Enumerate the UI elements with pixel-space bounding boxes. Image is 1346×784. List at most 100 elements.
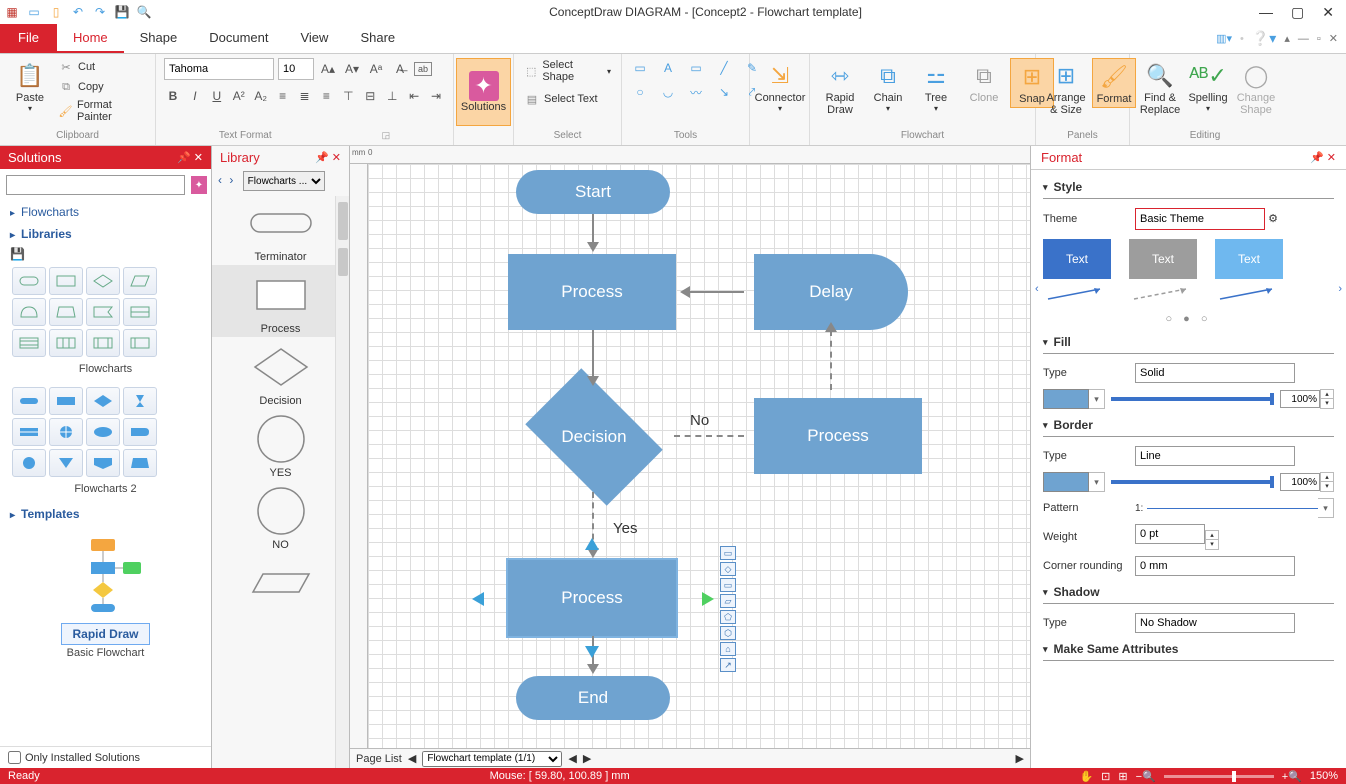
border-opacity-spinner[interactable]: ▴▾	[1320, 472, 1334, 492]
view-tab[interactable]: View	[284, 24, 344, 53]
corner-rounding-select[interactable]	[1135, 556, 1295, 576]
clear-format-icon[interactable]: A̶	[390, 59, 410, 79]
basic-flowchart-caption[interactable]: Basic Flowchart	[0, 645, 211, 667]
shape-thumb[interactable]	[49, 387, 83, 415]
style-tile-3[interactable]: Text	[1215, 239, 1283, 303]
shape-thumb[interactable]	[123, 298, 157, 326]
lib-item-data[interactable]	[212, 553, 349, 613]
node-process-2[interactable]: Process	[754, 398, 922, 474]
solutions-filter-icon[interactable]: ✦	[191, 176, 207, 194]
pattern-caret[interactable]: ▾	[1318, 498, 1334, 518]
shape-thumb[interactable]	[49, 298, 83, 326]
share-tab[interactable]: Share	[344, 24, 411, 53]
shape-tab[interactable]: Shape	[124, 24, 194, 53]
redo-icon[interactable]: ↷	[92, 4, 108, 20]
shape-thumb[interactable]	[123, 418, 157, 446]
lib-item-process[interactable]: Process	[212, 265, 349, 337]
sidebar-toggle-icon[interactable]: ▥▾	[1216, 32, 1232, 45]
theme-gear-icon[interactable]: ⚙	[1268, 213, 1278, 225]
save-library-icon[interactable]: 💾	[10, 247, 25, 261]
format-painter-button[interactable]: 🖌Format Painter	[56, 98, 147, 124]
shape-thumb[interactable]	[49, 267, 83, 295]
shape-thumb[interactable]	[86, 418, 120, 446]
side-shape-terminator[interactable]: ▭	[720, 578, 736, 592]
library-nav-arrows[interactable]: ‹ ›	[218, 173, 235, 187]
side-shape-offpage[interactable]: ⬡	[720, 626, 736, 640]
shape-thumb[interactable]	[12, 449, 46, 477]
node-process-3-selected[interactable]: Process	[508, 560, 676, 636]
tree-libraries[interactable]: Libraries	[0, 223, 211, 245]
status-select-icon[interactable]: ⊡	[1101, 770, 1110, 783]
bold-button[interactable]: B	[164, 86, 182, 106]
superscript-button[interactable]: A²	[230, 86, 248, 106]
border-opacity-slider[interactable]	[1111, 480, 1274, 484]
select-text-button[interactable]: ▤Select Text	[522, 90, 600, 108]
side-shape-process[interactable]: ▭	[720, 546, 736, 560]
shape-thumb[interactable]	[86, 387, 120, 415]
page-nav-prev-icon[interactable]: ◀	[568, 752, 576, 765]
zoom-in-icon[interactable]: +🔍	[1282, 770, 1302, 783]
font-shrink-icon[interactable]: A▾	[342, 59, 362, 79]
fill-color-caret[interactable]: ▾	[1089, 389, 1105, 409]
shape-thumb[interactable]	[12, 418, 46, 446]
change-shape-button[interactable]: ◯Change Shape	[1234, 58, 1278, 118]
paste-button[interactable]: 📋 Paste▾	[8, 58, 52, 115]
find-replace-button[interactable]: 🔍Find & Replace	[1138, 58, 1182, 118]
theme-select[interactable]	[1135, 208, 1265, 230]
mdi-close-icon[interactable]: ✕	[1329, 32, 1338, 45]
undo-icon[interactable]: ↶	[70, 4, 86, 20]
side-shape-decision[interactable]: ◇	[720, 562, 736, 576]
border-type-select[interactable]	[1135, 446, 1295, 466]
select-shape-button[interactable]: ⬚Select Shape▾	[522, 58, 613, 84]
weight-input[interactable]	[1135, 524, 1205, 544]
fill-section-title[interactable]: Fill	[1043, 329, 1334, 351]
new-icon[interactable]: ▭	[26, 4, 42, 20]
node-start[interactable]: Start	[516, 170, 670, 214]
font-sentencecase-icon[interactable]: Aᵃ	[366, 59, 386, 79]
font-grow-icon[interactable]: A▴	[318, 59, 338, 79]
page-nav-next-icon[interactable]: ▶	[583, 752, 591, 765]
rapid-draw-template-button[interactable]: Rapid Draw	[61, 623, 149, 645]
rectangle-tool-icon[interactable]: ▭	[630, 58, 650, 78]
fill-opacity-spinner[interactable]: ▴▾	[1320, 389, 1334, 409]
zoom-slider[interactable]	[1164, 775, 1274, 778]
mdi-up-icon[interactable]: ▴	[1284, 32, 1290, 45]
pin-icon[interactable]: 📌 ✕	[1310, 151, 1336, 164]
shape-thumb[interactable]	[86, 449, 120, 477]
status-fitpage-icon[interactable]: ⊞	[1118, 770, 1127, 783]
shape-thumb[interactable]	[86, 298, 120, 326]
spline-tool-icon[interactable]: 〰	[686, 82, 706, 102]
canvas[interactable]: Start Process Delay Decision Process Pro…	[368, 164, 1030, 748]
node-delay[interactable]: Delay	[754, 254, 908, 330]
node-end[interactable]: End	[516, 676, 670, 720]
subscript-button[interactable]: A₂	[252, 86, 270, 106]
shape-thumb[interactable]	[86, 329, 120, 357]
tree-button[interactable]: ⚍Tree▾	[914, 58, 958, 115]
close-icon[interactable]: ✕	[1322, 4, 1334, 21]
side-shape-data[interactable]: ▱	[720, 594, 736, 608]
template-thumbnail[interactable]	[56, 529, 156, 619]
spelling-button[interactable]: ᴬᴮ✓Spelling▾	[1186, 58, 1230, 115]
rapid-draw-up-icon[interactable]	[585, 538, 599, 550]
maximize-icon[interactable]: ▢	[1291, 4, 1304, 21]
style-next-icon[interactable]: ›	[1338, 283, 1342, 295]
library-selector[interactable]: Flowcharts ...	[243, 171, 325, 191]
node-decision[interactable]: Decision	[514, 382, 674, 492]
pin-icon[interactable]: 📌 ✕	[177, 151, 203, 164]
node-process-1[interactable]: Process	[508, 254, 676, 330]
weight-spinner[interactable]: ▴▾	[1205, 530, 1219, 550]
zoom-out-icon[interactable]: −🔍	[1136, 770, 1156, 783]
fill-opacity-slider[interactable]	[1111, 397, 1274, 401]
shape-thumb[interactable]	[49, 449, 83, 477]
fill-type-select[interactable]	[1135, 363, 1295, 383]
align-center-button[interactable]: ≣	[296, 86, 314, 106]
style-tile-1[interactable]: Text	[1043, 239, 1111, 303]
side-shape-manual[interactable]: ⌂	[720, 642, 736, 656]
help-icon[interactable]: ❔▾	[1252, 30, 1276, 47]
shape-thumb[interactable]	[123, 387, 157, 415]
side-shape-display[interactable]: ⬠	[720, 610, 736, 624]
shadow-section-title[interactable]: Shadow	[1043, 579, 1334, 601]
page-selector[interactable]: Flowchart template (1/1)	[422, 751, 562, 767]
font-name-combo[interactable]	[164, 58, 274, 80]
text-tool-icon[interactable]: A	[658, 58, 678, 78]
